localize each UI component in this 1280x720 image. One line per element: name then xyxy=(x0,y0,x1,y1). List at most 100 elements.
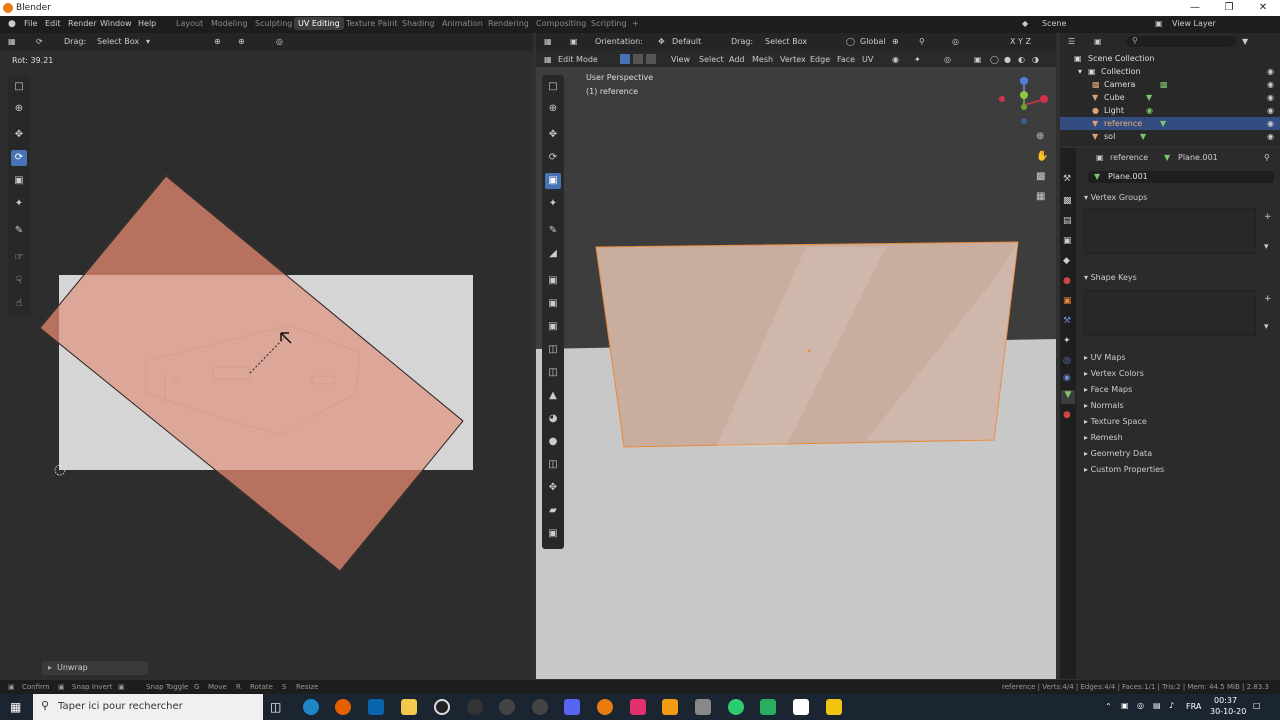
outliner-row-cube[interactable]: ▼ Cube ▼ ◉ xyxy=(1060,91,1280,104)
outliner-row-camera[interactable]: ▩ Camera ▩ ◉ xyxy=(1060,78,1280,91)
extrude-tool-icon[interactable]: ▣ xyxy=(545,273,561,289)
visibility-icon[interactable]: ◉ xyxy=(892,55,899,64)
orientation-dropdown[interactable]: Default xyxy=(672,37,701,46)
maximize-icon[interactable]: ❐ xyxy=(1212,1,1246,15)
outliner-row-sol[interactable]: ▼ sol ▼ ◉ xyxy=(1060,130,1280,143)
bevel-tool-icon[interactable]: ▣ xyxy=(545,319,561,335)
battery-icon[interactable]: ▤ xyxy=(1153,701,1161,710)
outliner[interactable]: ☰ ▣ ⚲ ▼ ▣ Scene Collection ▾ ▣ Collectio… xyxy=(1060,33,1280,146)
outliner-row-scene-collection[interactable]: ▣ Scene Collection xyxy=(1060,52,1280,65)
modifier-tab-icon[interactable]: ⚒ xyxy=(1063,316,1071,326)
panel-uv-maps[interactable]: ▸ UV Maps xyxy=(1084,353,1125,362)
menu-window[interactable]: Window xyxy=(100,19,132,28)
menu-vertex[interactable]: Vertex xyxy=(780,55,806,64)
annotate-tool-icon[interactable]: ✎ xyxy=(545,223,561,239)
display-mode-icon[interactable]: ▣ xyxy=(1094,37,1102,46)
add-icon[interactable]: + xyxy=(1264,294,1272,304)
measure-tool-icon[interactable]: ◢ xyxy=(545,246,561,262)
menu-uv[interactable]: UV xyxy=(862,55,873,64)
shrink-fatten-tool-icon[interactable]: ✥ xyxy=(545,480,561,496)
tab-sculpting[interactable]: Sculpting xyxy=(255,19,292,28)
edge-select-icon[interactable] xyxy=(633,54,643,64)
operator-panel[interactable]: ▸ Unwrap xyxy=(42,661,148,675)
scene-tab-icon[interactable]: ◆ xyxy=(1063,256,1070,266)
shading-wireframe-icon[interactable]: ◯ xyxy=(990,55,999,64)
network-icon[interactable]: ▣ xyxy=(1121,701,1129,710)
eye-icon[interactable]: ◉ xyxy=(1267,80,1274,89)
blender-menu-icon[interactable]: ● xyxy=(8,19,16,29)
eye-icon[interactable]: ◉ xyxy=(1267,67,1274,76)
axis-lock-buttons[interactable]: X Y Z xyxy=(1010,37,1031,46)
overlay-icon[interactable]: ◎ xyxy=(944,55,951,64)
panel-vertex-colors[interactable]: ▸ Vertex Colors xyxy=(1084,369,1144,378)
chevron-down-icon[interactable]: ▾ xyxy=(1264,322,1269,332)
menu-render[interactable]: Render xyxy=(68,19,96,28)
material-tab-icon[interactable]: ● xyxy=(1063,410,1071,420)
eye-icon[interactable]: ◉ xyxy=(1267,132,1274,141)
davinci-icon[interactable] xyxy=(467,699,483,715)
rip-tool-icon[interactable]: ▣ xyxy=(545,526,561,542)
mesh-data-tab-icon[interactable]: ▼ xyxy=(1061,390,1075,404)
smooth-tool-icon[interactable]: ● xyxy=(545,434,561,450)
tab-shading[interactable]: Shading xyxy=(402,19,435,28)
3d-viewport[interactable]: ▦ ▣ Orientation: ✥ Default Drag: Select … xyxy=(536,33,1056,679)
app-icon[interactable] xyxy=(826,699,842,715)
obs-icon[interactable] xyxy=(434,699,450,715)
tab-layout[interactable]: Layout xyxy=(176,19,203,28)
uv-canvas[interactable] xyxy=(0,33,533,679)
vertex-groups-list[interactable] xyxy=(1084,208,1256,254)
spin-tool-icon[interactable]: ◕ xyxy=(545,411,561,427)
eye-icon[interactable]: ◉ xyxy=(1267,119,1274,128)
world-tab-icon[interactable]: ● xyxy=(1063,276,1071,286)
tab-rendering[interactable]: Rendering xyxy=(488,19,529,28)
navigation-gizmo[interactable] xyxy=(996,75,1052,131)
outliner-search-input[interactable]: ⚲ xyxy=(1126,36,1236,47)
uv-editor[interactable]: ▦ ⟳ Drag: Select Box ▾ ⊕ ⊕ ◎ Rot: 39.21 … xyxy=(0,33,533,679)
menu-help[interactable]: Help xyxy=(138,19,156,28)
menu-view[interactable]: View xyxy=(671,55,690,64)
edge-browser-icon[interactable] xyxy=(303,699,319,715)
discord-icon[interactable] xyxy=(564,699,580,715)
edge-slide-tool-icon[interactable]: ◫ xyxy=(545,457,561,473)
shear-tool-icon[interactable]: ▰ xyxy=(545,503,561,519)
pan-hand-icon[interactable]: ✋ xyxy=(1036,151,1048,162)
particles-tab-icon[interactable]: ✦ xyxy=(1063,336,1071,346)
drag-dropdown[interactable]: Select Box xyxy=(765,37,807,46)
volume-icon[interactable]: ♪ xyxy=(1169,701,1174,710)
cursor-tool-icon[interactable]: ⊕ xyxy=(545,101,561,117)
pin-icon[interactable]: ⚲ xyxy=(1264,153,1270,162)
axis-z-icon[interactable] xyxy=(1020,77,1028,85)
panel-shape-keys[interactable]: ▾ Shape Keys xyxy=(1084,273,1137,282)
vertex-select-icon[interactable] xyxy=(620,54,630,64)
shape-keys-list[interactable] xyxy=(1084,290,1256,336)
properties-editor[interactable]: ⚒ ▩ ▤ ▣ ◆ ● ▣ ⚒ ✦ ◎ ◉ ▼ ● ▣ reference ▼ … xyxy=(1060,148,1280,679)
shading-render-icon[interactable]: ◑ xyxy=(1032,55,1039,64)
xray-icon[interactable]: ▣ xyxy=(974,55,982,64)
menu-select[interactable]: Select xyxy=(699,55,724,64)
tab-scripting[interactable]: Scripting xyxy=(591,19,627,28)
tab-uv-editing[interactable]: UV Editing xyxy=(294,17,344,30)
taskbar-search-box[interactable]: ⚲ Taper ici pour rechercher xyxy=(33,694,263,720)
loop-cut-tool-icon[interactable]: ◫ xyxy=(545,342,561,358)
microphone-icon[interactable]: ◎ xyxy=(1137,701,1144,710)
shading-solid-icon[interactable]: ● xyxy=(1004,55,1011,64)
panel-geometry-data[interactable]: ▸ Geometry Data xyxy=(1084,449,1152,458)
ortho-grid-icon[interactable]: ▦ xyxy=(1036,191,1045,202)
mail-icon[interactable] xyxy=(368,699,384,715)
rotate-tool-icon[interactable]: ⟳ xyxy=(545,150,561,166)
viewport-canvas[interactable] xyxy=(536,67,1056,679)
panel-texture-space[interactable]: ▸ Texture Space xyxy=(1084,417,1147,426)
breadcrumb-mesh[interactable]: Plane.001 xyxy=(1178,153,1218,162)
constraints-tab-icon[interactable]: ◉ xyxy=(1063,373,1071,383)
gizmo-icon[interactable]: ✦ xyxy=(914,55,921,64)
shading-material-icon[interactable]: ◐ xyxy=(1018,55,1025,64)
add-icon[interactable]: + xyxy=(1264,212,1272,222)
inset-tool-icon[interactable]: ▣ xyxy=(545,296,561,312)
app-icon[interactable] xyxy=(499,699,515,715)
view-toggle-icon[interactable]: ▣ xyxy=(570,37,578,46)
panel-face-maps[interactable]: ▸ Face Maps xyxy=(1084,385,1132,394)
app-icon[interactable] xyxy=(630,699,646,715)
tab-animation[interactable]: Animation xyxy=(442,19,483,28)
chevron-down-icon[interactable]: ▾ xyxy=(1264,242,1269,252)
close-icon[interactable]: ✕ xyxy=(1246,1,1280,15)
